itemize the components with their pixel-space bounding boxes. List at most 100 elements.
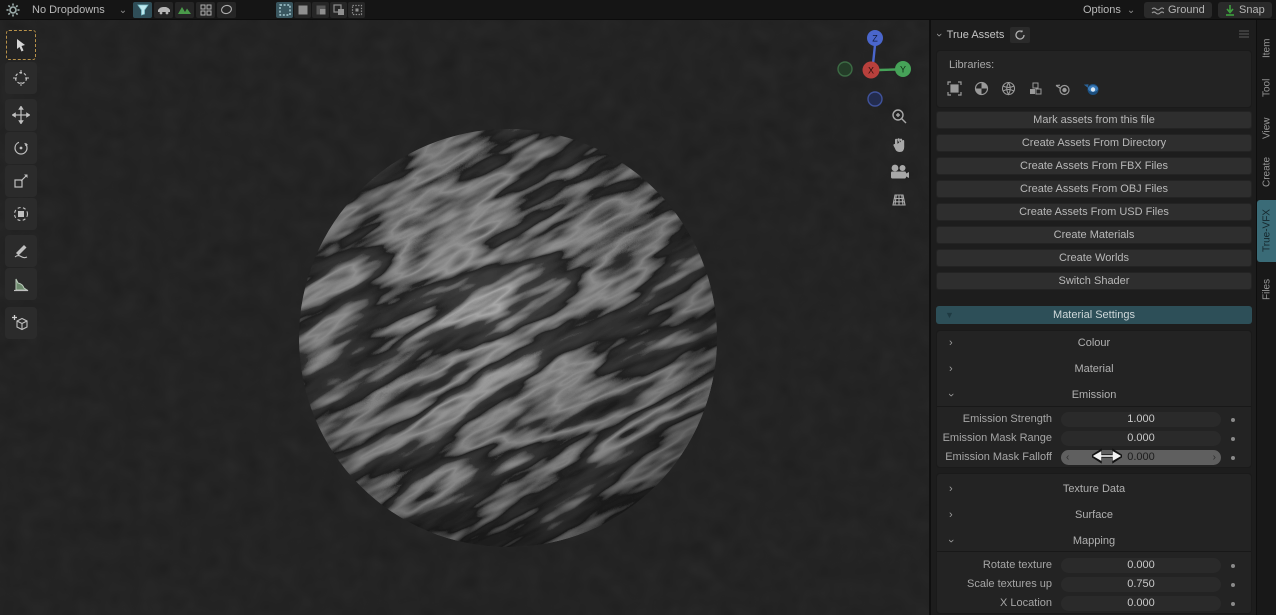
current-file-icon[interactable]: [947, 81, 962, 96]
create-materials-button[interactable]: Create Materials: [936, 226, 1252, 244]
tool-3d-cursor[interactable]: [5, 62, 37, 94]
tab-item[interactable]: Item: [1257, 30, 1276, 66]
ground-button[interactable]: Ground: [1144, 2, 1212, 18]
tool-scale[interactable]: [5, 165, 37, 197]
emission-strength-row: Emission Strength 1.000: [931, 412, 1257, 427]
tool-move[interactable]: [5, 99, 37, 131]
tab-tool[interactable]: Tool: [1257, 70, 1276, 106]
chevron-right-icon: ›: [949, 337, 953, 349]
collection-icon[interactable]: [1028, 81, 1043, 96]
refresh-icon[interactable]: [1010, 27, 1030, 43]
snap-label: Snap: [1239, 4, 1265, 16]
emission-strength-field[interactable]: 1.000: [1061, 412, 1221, 427]
zoom-icon[interactable]: [889, 107, 909, 127]
emission-mask-range-row: Emission Mask Range 0.000: [931, 431, 1257, 446]
tool-rotate[interactable]: [5, 132, 37, 164]
keyframe-dot[interactable]: [1231, 418, 1235, 422]
keyframe-dot[interactable]: [1231, 437, 1235, 441]
tab-files[interactable]: Files: [1257, 268, 1276, 310]
tab-label: Item: [1262, 38, 1273, 57]
sidebar-tab-strip: Item Tool View Create True-VFX Files: [1256, 20, 1276, 615]
field-value: 1.000: [1127, 413, 1155, 425]
create-assets-directory-button[interactable]: Create Assets From Directory: [936, 134, 1252, 152]
camera-icon[interactable]: [888, 163, 910, 181]
keyframe-dot[interactable]: [1231, 602, 1235, 606]
keyframe-dot[interactable]: [1231, 583, 1235, 587]
tab-create[interactable]: Create: [1257, 148, 1276, 196]
gizmo-y-label: Y: [900, 65, 906, 75]
snap-button[interactable]: Snap: [1218, 2, 1272, 18]
navigation-gizmo[interactable]: Z X Y: [836, 26, 924, 126]
chevron-right-icon: ›: [949, 509, 953, 521]
mark-assets-button[interactable]: Mark assets from this file: [936, 111, 1252, 129]
gear-icon[interactable]: [6, 0, 20, 20]
section-colour[interactable]: › Colour: [937, 335, 1251, 351]
tool-annotate[interactable]: [5, 235, 37, 267]
section-emission[interactable]: › Emission: [937, 387, 1251, 403]
collapse-chevron-icon[interactable]: ›: [933, 33, 945, 37]
material-settings-header[interactable]: ▼ Material Settings: [936, 306, 1252, 324]
keyframe-dot[interactable]: [1231, 564, 1235, 568]
switch-shader-button[interactable]: Switch Shader: [936, 272, 1252, 290]
tool-transform[interactable]: [5, 198, 37, 230]
n-panel-true-assets: › True Assets Libraries: Mark assets fro…: [930, 20, 1256, 615]
mouse-cursor-horizontal-resize: [1092, 448, 1122, 464]
emission-mask-range-field[interactable]: 0.000: [1061, 431, 1221, 446]
create-assets-obj-button[interactable]: Create Assets From OBJ Files: [936, 180, 1252, 198]
lasso-icon[interactable]: [217, 2, 236, 18]
keyframe-dot[interactable]: [1231, 456, 1235, 460]
field-value: 0.750: [1127, 578, 1155, 590]
3d-viewport[interactable]: Z X Y: [0, 20, 929, 615]
x-location-row: X Location 0.000: [931, 596, 1257, 611]
pan-hand-icon[interactable]: [889, 135, 909, 155]
slider-left-arrow-icon[interactable]: ‹: [1066, 450, 1069, 465]
material-sphere-icon[interactable]: [974, 81, 989, 96]
field-value: 0.000: [1127, 432, 1155, 444]
x-location-field[interactable]: 0.000: [1061, 596, 1221, 611]
libraries-label: Libraries:: [949, 59, 994, 71]
chevron-down-icon: ›: [945, 393, 957, 397]
section-texture-data[interactable]: › Texture Data: [937, 481, 1251, 497]
world-globe-icon[interactable]: [1001, 81, 1016, 96]
panel-menu-icon[interactable]: [1239, 30, 1249, 38]
section-material[interactable]: › Material: [937, 361, 1251, 377]
chevron-down-icon: ⌄: [119, 5, 127, 16]
tool-add-cube[interactable]: [5, 307, 37, 339]
select-mode-new-icon[interactable]: [276, 2, 293, 18]
select-mode-subtract-icon[interactable]: [312, 2, 329, 18]
tab-view[interactable]: View: [1257, 110, 1276, 146]
button-label: Create Worlds: [1059, 252, 1129, 264]
slider-right-arrow-icon[interactable]: ›: [1213, 450, 1216, 465]
section-surface[interactable]: › Surface: [937, 507, 1251, 523]
blender-logo-icon[interactable]: [1055, 82, 1071, 96]
tool-select-box[interactable]: [5, 29, 37, 61]
create-assets-usd-button[interactable]: Create Assets From USD Files: [936, 203, 1252, 221]
options-label: Options: [1083, 4, 1121, 16]
select-mode-intersect-icon[interactable]: [348, 2, 365, 18]
section-label: Surface: [1075, 509, 1113, 521]
grid-icon[interactable]: [196, 2, 215, 18]
ortho-grid-icon[interactable]: [889, 190, 909, 208]
tool-measure[interactable]: [5, 268, 37, 300]
mountains-icon[interactable]: [175, 2, 194, 18]
select-mode-invert-icon[interactable]: [330, 2, 347, 18]
car-icon[interactable]: [154, 2, 173, 18]
select-mode-extend-icon[interactable]: [294, 2, 311, 18]
tab-true-vfx[interactable]: True-VFX: [1257, 200, 1276, 262]
tab-label: Tool: [1262, 79, 1273, 97]
blender-color-logo-icon[interactable]: [1083, 81, 1100, 96]
field-value: 0.000: [1127, 559, 1155, 571]
scale-textures-field[interactable]: 0.750: [1061, 577, 1221, 592]
chevron-right-icon: ›: [949, 483, 953, 495]
section-mapping[interactable]: › Mapping: [937, 533, 1251, 549]
mode-dropdown[interactable]: No Dropdowns ⌄: [32, 0, 127, 20]
options-dropdown[interactable]: Options ⌄: [1083, 0, 1135, 20]
funnel-icon[interactable]: [133, 2, 152, 18]
textured-sphere-object[interactable]: [288, 108, 728, 548]
create-assets-fbx-button[interactable]: Create Assets From FBX Files: [936, 157, 1252, 175]
mode-dropdown-label: No Dropdowns: [32, 4, 105, 16]
emission-mask-falloff-field[interactable]: ‹ 0.000 ›: [1061, 450, 1221, 465]
create-worlds-button[interactable]: Create Worlds: [936, 249, 1252, 267]
tab-label: Files: [1262, 278, 1273, 299]
rotate-texture-field[interactable]: 0.000: [1061, 558, 1221, 573]
